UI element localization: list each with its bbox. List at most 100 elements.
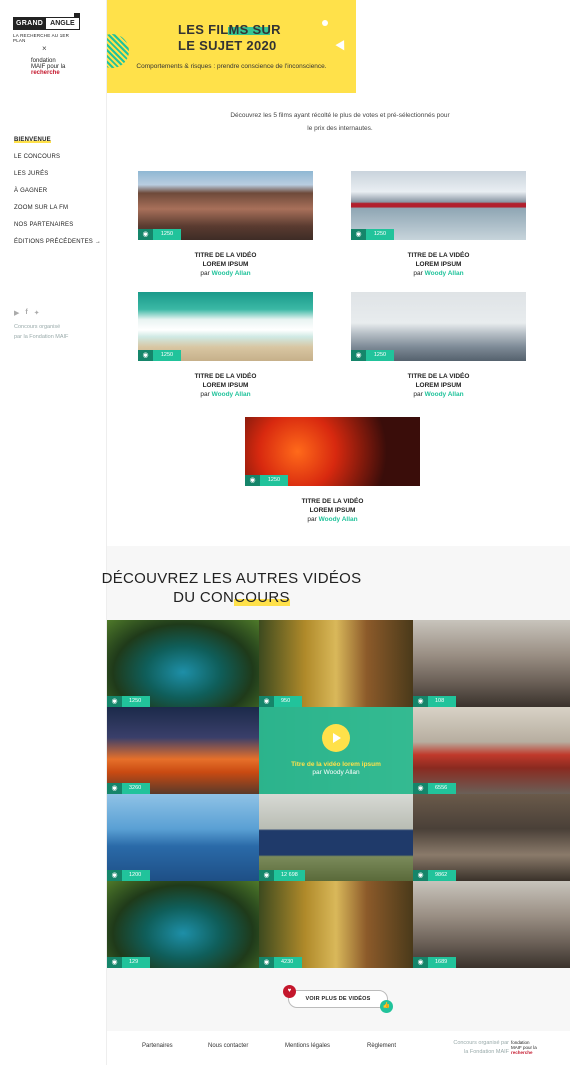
views-badge: ◉ 950 — [259, 696, 302, 707]
video-tile[interactable]: ◉ 950 — [259, 620, 413, 707]
footer-link-contact[interactable]: Nous contacter — [208, 1043, 248, 1049]
nav-item-editions[interactable]: ÉDITIONS PRÉCÉDENTES → — [14, 237, 101, 254]
views-count: 3260 — [122, 783, 150, 794]
facebook-icon[interactable]: f — [25, 309, 27, 317]
hover-title: Titre de la vidéo lorem ipsum — [291, 761, 381, 768]
fondation-line-3: recherche — [31, 70, 60, 76]
nav-label: ÉDITIONS PRÉCÉDENTES → — [14, 239, 102, 245]
youtube-icon[interactable]: ▶ — [14, 309, 19, 317]
author-link[interactable]: Woody Allan — [425, 270, 464, 277]
nav-item-concours[interactable]: LE CONCOURS — [14, 152, 101, 169]
film-card[interactable]: ◉ 1250 TITRE DE LA VIDÉO LOREM IPSUM par W… — [245, 417, 420, 525]
nav-item-gagner[interactable]: À GAGNER — [14, 186, 101, 203]
video-tile[interactable]: ◉ 1250 — [107, 620, 259, 707]
video-tile-active[interactable]: Titre de la vidéo lorem ipsum par Woody … — [259, 707, 413, 794]
views-count: 1250 — [122, 696, 150, 707]
video-tile[interactable]: ◉ 108 — [413, 620, 570, 707]
other-title-line-2: DU CONCOURS — [0, 588, 463, 607]
video-thumbnail[interactable]: ◉ 1250 — [351, 171, 526, 240]
views-badge: ◉ 1250 — [138, 229, 181, 240]
views-count: 9862 — [428, 870, 456, 881]
footer-link-partenaires[interactable]: Partenaires — [142, 1043, 173, 1049]
views-count: 1250 — [366, 350, 394, 361]
nav-item-bienvenue[interactable]: BIENVENUE — [14, 135, 101, 152]
film-card[interactable]: ◉ 1250 TITRE DE LA VIDÉO LOREM IPSUM par W… — [351, 171, 526, 279]
hero-subtitle: Comportements & risques : prendre consci… — [136, 63, 327, 70]
video-tile[interactable]: ◉ 9862 — [413, 794, 570, 881]
film-title-line-1: TITRE DE LA VIDÉO — [407, 252, 470, 259]
film-author: par Woody Allan — [138, 269, 313, 279]
by-label: par — [413, 391, 423, 398]
footer-link-reglement[interactable]: Règlement — [367, 1043, 396, 1049]
film-author: par Woody Allan — [351, 390, 526, 400]
eye-icon: ◉ — [413, 783, 428, 794]
see-more-videos-button[interactable]: ♥ VOIR PLUS DE VIDÉOS 👍 — [283, 985, 393, 1013]
views-badge: ◉ 4230 — [259, 957, 302, 968]
footer-link-mentions[interactable]: Mentions légales — [285, 1043, 330, 1049]
film-title-line-2: LOREM IPSUM — [202, 382, 249, 389]
video-thumbnail[interactable]: ◉ 1250 — [245, 417, 420, 486]
nav-item-partenaires[interactable]: NOS PARTENAIRES — [14, 220, 101, 237]
views-badge: ◉ 6556 — [413, 783, 456, 794]
video-tile[interactable]: ◉ 12 698 — [259, 794, 413, 881]
by-label: par — [200, 391, 210, 398]
film-card[interactable]: ◉ 1250 TITRE DE LA VIDÉO LOREM IPSUM par W… — [138, 292, 313, 400]
nav-label: BIENVENUE — [14, 137, 51, 143]
heart-icon: ♥ — [283, 985, 296, 998]
views-badge: ◉ 1250 — [245, 475, 288, 486]
eye-icon: ◉ — [259, 696, 274, 707]
hero-title-line-2: LE SUJET 2020 — [178, 38, 277, 53]
footer: Partenaires Nous contacter Mentions léga… — [107, 1031, 570, 1065]
other-title-part-b: COURS — [234, 589, 290, 606]
views-badge: ◉ 12 698 — [259, 870, 305, 881]
video-tile[interactable]: ◉ 129 — [107, 881, 259, 968]
fondation-logo[interactable]: fondation MAIF pour la recherche — [31, 58, 65, 76]
by-label: par — [307, 516, 317, 523]
film-card[interactable]: ◉ 1250 TITRE DE LA VIDÉO LOREM IPSUM par W… — [351, 292, 526, 400]
hover-author: par Woody Allan — [312, 769, 360, 776]
film-author: par Woody Allan — [245, 515, 420, 525]
play-icon[interactable] — [322, 724, 350, 752]
author-link[interactable]: Woody Allan — [319, 516, 358, 523]
video-tile[interactable]: ◉ 1689 — [413, 881, 570, 968]
film-author: par Woody Allan — [138, 390, 313, 400]
views-badge: ◉ 1250 — [351, 350, 394, 361]
author-link[interactable]: Woody Allan — [212, 391, 251, 398]
by-label: par — [200, 270, 210, 277]
video-thumbnail[interactable]: ◉ 1250 — [138, 292, 313, 361]
film-title-line-1: TITRE DE LA VIDÉO — [194, 373, 257, 380]
org-line-1: Concours organisé — [14, 324, 61, 330]
eye-icon: ◉ — [107, 696, 122, 707]
thumbs-up-icon: 👍 — [380, 1000, 393, 1013]
triangle-decoration — [335, 40, 349, 53]
twitter-icon[interactable]: ✦ — [34, 309, 40, 317]
video-tile[interactable]: ◉ 1200 — [107, 794, 259, 881]
nav-label: À GAGNER — [14, 188, 48, 194]
author-link[interactable]: Woody Allan — [212, 270, 251, 277]
nav-item-zoom[interactable]: ZOOM SUR LA FM — [14, 203, 101, 220]
video-thumbnail[interactable]: ◉ 1250 — [351, 292, 526, 361]
cross-sign: × — [42, 44, 47, 53]
footer-organizer: Concours organisé par la Fondation MAIF — [439, 1039, 509, 1057]
video-thumbnail[interactable]: ◉ 1250 — [138, 171, 313, 240]
author-link[interactable]: Woody Allan — [425, 391, 464, 398]
views-badge: ◉ 9862 — [413, 870, 456, 881]
eye-icon: ◉ — [413, 957, 428, 968]
footer-fondation-logo[interactable]: fondation MAIF pour la recherche — [511, 1040, 537, 1055]
video-tile[interactable]: ◉ 4230 — [259, 881, 413, 968]
film-card[interactable]: ◉ 1250 TITRE DE LA VIDÉO LOREM IPSUM par W… — [138, 171, 313, 279]
dot-decoration — [322, 20, 328, 26]
video-tile[interactable]: ◉ 3260 — [107, 707, 259, 794]
grand-angle-logo[interactable]: GRAND ANGLE LA RECHERCHE AU 1ER PLAN — [13, 12, 81, 43]
intro-text: Découvrez les 5 films ayant récolté le p… — [217, 109, 463, 135]
video-grid: ◉ 1250 ◉ 950 ◉ 108 ◉ 3260 Titre de la vidéo … — [107, 620, 570, 968]
film-title: TITRE DE LA VIDÉO LOREM IPSUM — [245, 497, 420, 515]
eye-icon: ◉ — [138, 229, 153, 240]
film-title: TITRE DE LA VIDÉO LOREM IPSUM — [138, 372, 313, 390]
intro-line-2: le prix des internautes. — [307, 125, 373, 132]
video-tile[interactable]: ◉ 6556 — [413, 707, 570, 794]
nav-item-jures[interactable]: LES JURÉS — [14, 169, 101, 186]
views-badge: ◉ 129 — [107, 957, 150, 968]
views-count: 1250 — [153, 229, 181, 240]
eye-icon: ◉ — [351, 229, 366, 240]
